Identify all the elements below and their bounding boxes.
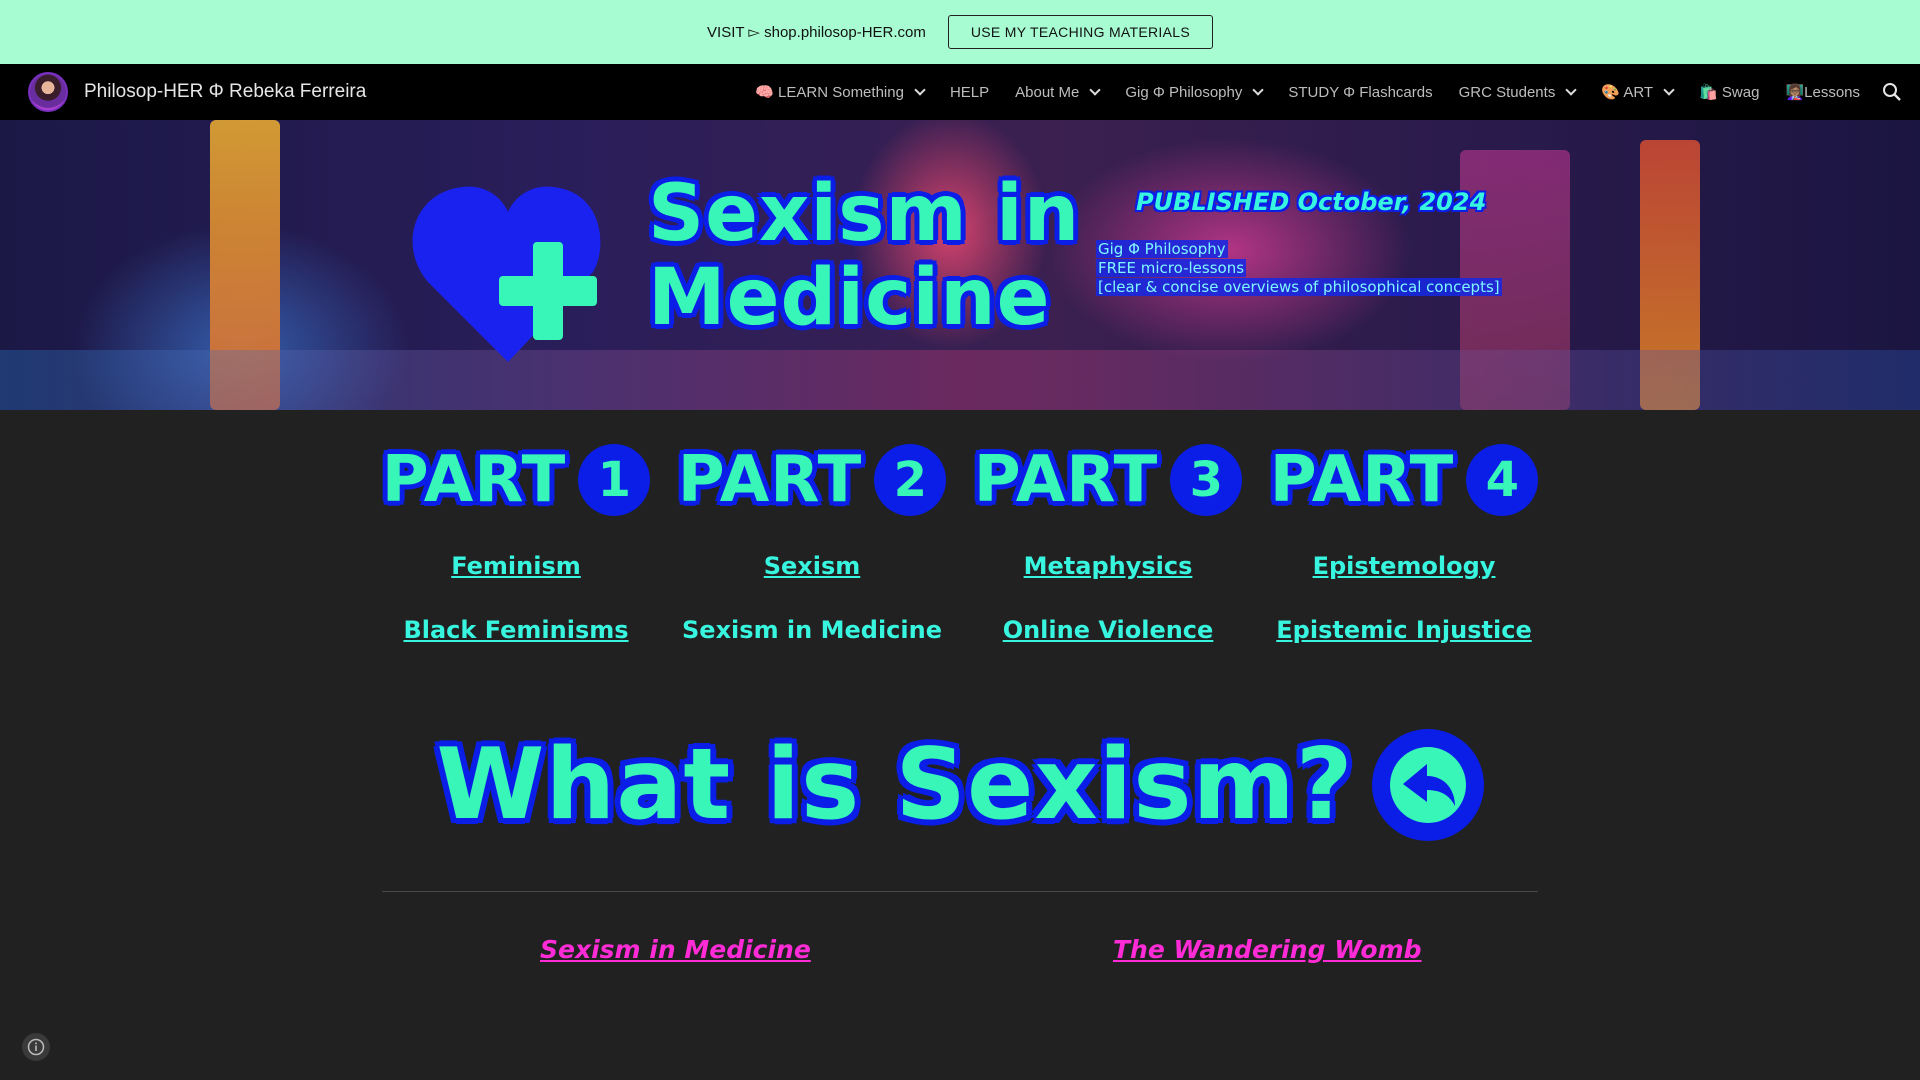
- nav-item-about[interactable]: About Me: [1015, 84, 1102, 101]
- announcement-text[interactable]: VISIT ▻ shop.philosop-HER.com: [707, 23, 926, 41]
- search-icon[interactable]: [1882, 82, 1902, 102]
- link-epistemology[interactable]: Epistemology: [1313, 552, 1496, 580]
- parts-grid: PART 1 Feminism Black Feminisms PART 2 S…: [0, 440, 1920, 670]
- chevron-down-icon[interactable]: [1252, 84, 1265, 96]
- chevron-down-icon[interactable]: [1663, 84, 1675, 96]
- chevron-down-icon[interactable]: [1565, 84, 1577, 96]
- link-epistemic-injustice[interactable]: Epistemic Injustice: [1276, 616, 1531, 644]
- nav-item-grc-students[interactable]: GRC Students: [1459, 84, 1577, 101]
- chevron-down-icon[interactable]: [1089, 84, 1102, 96]
- info-icon[interactable]: [22, 1033, 50, 1061]
- part-heading: PART 1: [382, 440, 651, 520]
- link-sexism-in-medicine[interactable]: Sexism in Medicine: [540, 935, 811, 964]
- hero-title: Sexism in Medicine: [648, 172, 1080, 340]
- announcement-bar: VISIT ▻ shop.philosop-HER.com USE MY TEA…: [0, 0, 1920, 64]
- site-logo-avatar[interactable]: [28, 72, 68, 112]
- info-icon: [27, 1038, 45, 1056]
- part-heading: PART 4: [1270, 440, 1539, 520]
- chevron-down-icon[interactable]: [914, 84, 926, 96]
- link-black-feminisms[interactable]: Black Feminisms: [403, 616, 628, 644]
- part-heading: PART 3: [974, 440, 1243, 520]
- part-number-badge: 4: [1466, 444, 1539, 516]
- current-page-sexism-in-medicine: Sexism in Medicine: [682, 616, 942, 644]
- site-title[interactable]: Philosop-HER Φ Rebeka Ferreira: [84, 81, 366, 103]
- hero-tagline-line: FREE micro-lessons: [1096, 259, 1247, 277]
- hero-title-line1: Sexism in: [648, 169, 1081, 259]
- part-column-2: PART 2 Sexism Sexism in Medicine: [667, 440, 957, 644]
- part-column-1: PART 1 Feminism Black Feminisms: [371, 440, 661, 644]
- link-online-violence[interactable]: Online Violence: [1003, 616, 1214, 644]
- back-arrow-icon: [1389, 747, 1466, 823]
- section-heading: What is Sexism?: [436, 728, 1354, 842]
- divider: [382, 891, 1538, 892]
- related-links: Sexism in Medicine The Wandering Womb: [0, 935, 1920, 975]
- decorative-stripe: [0, 350, 1920, 410]
- nav-item-learn[interactable]: 🧠 LEARN Something: [755, 83, 926, 101]
- hero-tagline: Gig Φ Philosophy FREE micro-lessons [cle…: [1096, 240, 1502, 296]
- section-heading-row: What is Sexism?: [0, 728, 1920, 842]
- link-metaphysics[interactable]: Metaphysics: [1024, 552, 1193, 580]
- back-arrow-icon[interactable]: [1371, 729, 1484, 841]
- part-number-badge: 2: [874, 444, 947, 516]
- hero-tagline-line: [clear & concise overviews of philosophi…: [1096, 278, 1502, 296]
- part-column-3: PART 3 Metaphysics Online Violence: [963, 440, 1253, 644]
- hero-banner: Sexism in Medicine PUBLISHED October, 20…: [0, 120, 1920, 410]
- part-label: PART: [677, 443, 863, 517]
- top-nav: Philosop-HER Φ Rebeka Ferreira 🧠 LEARN S…: [0, 64, 1920, 120]
- nav-item-flashcards[interactable]: STUDY Φ Flashcards: [1288, 84, 1432, 101]
- nav-item-lessons[interactable]: 👩🏽‍🏫Lessons: [1785, 83, 1860, 101]
- hero-title-line2: Medicine: [648, 253, 1051, 343]
- part-column-4: PART 4 Epistemology Epistemic Injustice: [1259, 440, 1549, 644]
- nav-item-swag[interactable]: 🛍️ Swag: [1699, 83, 1759, 101]
- part-label: PART: [1269, 443, 1455, 517]
- part-number-badge: 1: [578, 444, 651, 516]
- link-sexism[interactable]: Sexism: [764, 552, 861, 580]
- hero-tagline-line: Gig Φ Philosophy: [1096, 240, 1228, 258]
- link-feminism[interactable]: Feminism: [451, 552, 581, 580]
- nav-item-gig-philosophy[interactable]: Gig Φ Philosophy: [1125, 84, 1265, 101]
- nav-item-help[interactable]: HELP: [950, 84, 989, 101]
- published-date: PUBLISHED October, 2024: [1136, 188, 1487, 216]
- nav-menu: 🧠 LEARN Something HELP About Me Gig Φ Ph…: [755, 64, 1860, 120]
- part-label: PART: [973, 443, 1159, 517]
- teaching-materials-button[interactable]: USE MY TEACHING MATERIALS: [947, 15, 1213, 49]
- part-heading: PART 2: [678, 440, 947, 520]
- part-number-badge: 3: [1170, 444, 1243, 516]
- heart-medical-cross-icon: [412, 186, 601, 362]
- part-label: PART: [381, 443, 567, 517]
- link-wandering-womb[interactable]: The Wandering Womb: [1113, 935, 1422, 964]
- nav-item-art[interactable]: 🎨 ART: [1601, 83, 1675, 101]
